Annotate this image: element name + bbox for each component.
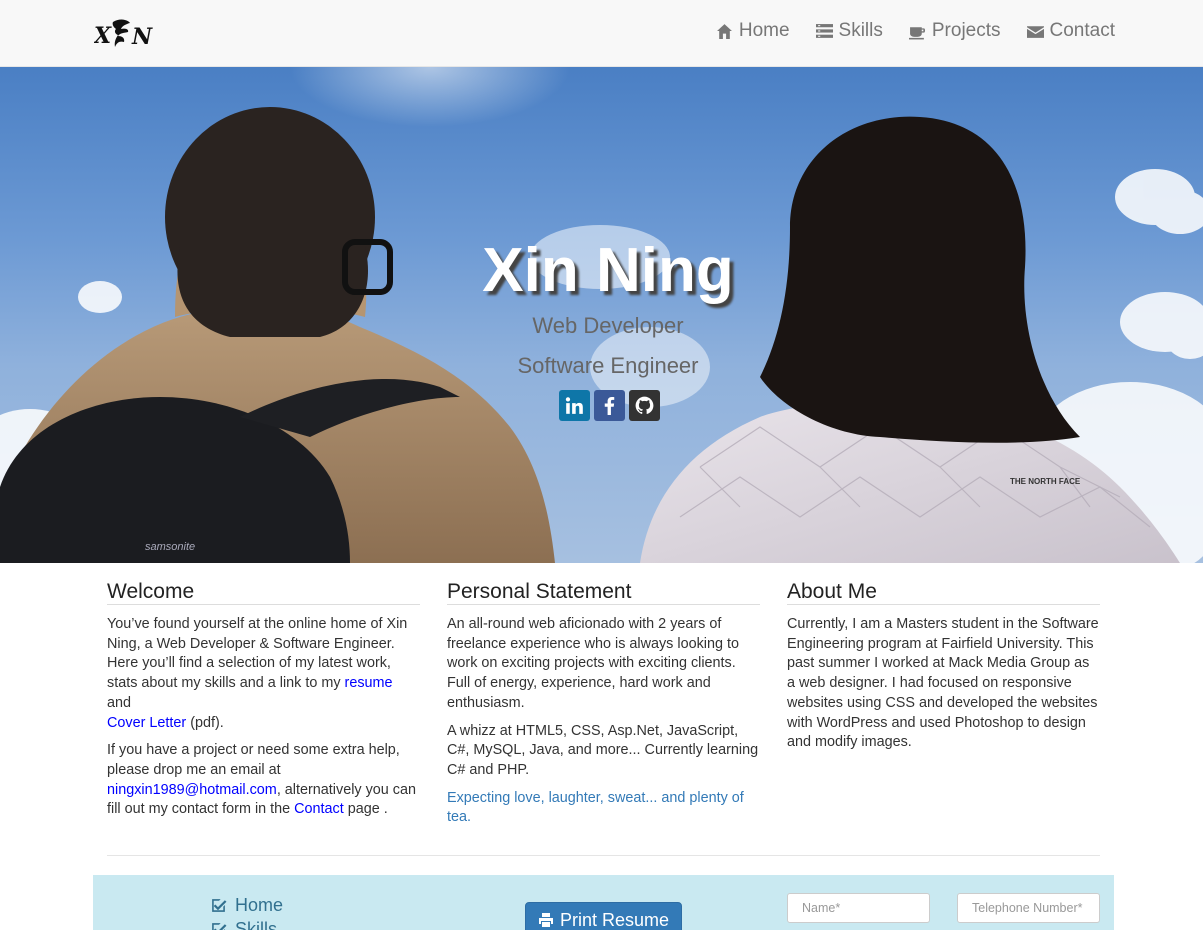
navbar: X N Home Skills Projects Contact xyxy=(0,0,1203,67)
main-nav: Home Skills Projects Contact xyxy=(716,20,1115,42)
hero-subtitle-web-developer: Web Developer xyxy=(532,313,684,338)
print-resume-button[interactable]: Print Resume xyxy=(525,902,682,930)
site-logo[interactable]: X N xyxy=(94,14,158,54)
welcome-p2-end: page . xyxy=(347,801,388,818)
about-me-title: About Me xyxy=(787,580,1100,605)
nav-contact[interactable]: Contact xyxy=(1026,20,1115,42)
welcome-section: Welcome You’ve found yourself at the onl… xyxy=(107,580,420,828)
welcome-paragraph-1: You’ve found yourself at the online home… xyxy=(107,615,420,733)
print-resume-label: Print Resume xyxy=(559,909,670,930)
nav-home-label: Home xyxy=(738,20,790,41)
welcome-p1-and: and xyxy=(107,694,132,711)
bag-brand-text: samsonite xyxy=(145,541,195,553)
welcome-p2-text: If you have a project or need some extra… xyxy=(107,742,400,778)
nav-home[interactable]: Home xyxy=(716,20,790,42)
personal-statement-title: Personal Statement xyxy=(447,580,760,605)
statement-paragraph-2: A whizz at HTML5, CSS, Asp.Net, JavaScri… xyxy=(447,722,759,778)
footer-link-skills[interactable]: Skills xyxy=(210,919,277,930)
about-me-section: About Me Currently, I am a Masters stude… xyxy=(787,580,1100,761)
linkedin-icon xyxy=(565,397,583,414)
nav-projects[interactable]: Projects xyxy=(908,20,1001,42)
facebook-button[interactable] xyxy=(594,390,625,421)
welcome-p1-end: (pdf). xyxy=(190,714,224,731)
svg-text:N: N xyxy=(131,24,153,50)
svg-text:X: X xyxy=(94,23,112,49)
hero-subtitle-software-engineer: Software Engineer xyxy=(517,353,699,378)
jacket-brand-text: THE NORTH FACE xyxy=(1010,477,1081,486)
welcome-title: Welcome xyxy=(107,580,420,605)
print-icon xyxy=(538,913,553,927)
welcome-paragraph-2: If you have a project or need some extra… xyxy=(107,741,420,820)
footer-link-home-label: Home xyxy=(235,895,284,915)
footer-link-home[interactable]: Home xyxy=(210,895,283,916)
resume-link[interactable]: resume xyxy=(345,675,393,691)
telephone-input[interactable] xyxy=(957,893,1100,923)
statement-quote: Expecting love, laughter, sweat... and p… xyxy=(447,789,744,826)
check-square-icon xyxy=(212,899,227,912)
contact-link[interactable]: Contact xyxy=(294,801,344,817)
home-icon xyxy=(716,23,732,39)
statement-paragraph-1: An all-round web aficionado with 2 years… xyxy=(447,616,739,711)
list-icon xyxy=(815,23,833,38)
hero-banner: samsonite THE NORTH FACE Xin Ning Web De… xyxy=(0,67,1203,563)
coffee-icon xyxy=(908,26,925,39)
section-divider xyxy=(107,855,1100,856)
check-square-icon xyxy=(212,923,227,930)
personal-statement-section: Personal Statement An all-round web afic… xyxy=(447,580,760,836)
nav-skills[interactable]: Skills xyxy=(815,20,883,42)
nav-projects-label: Projects xyxy=(931,20,1001,41)
github-button[interactable] xyxy=(629,390,660,421)
envelope-icon xyxy=(1026,25,1044,38)
cover-letter-link[interactable]: Cover Letter xyxy=(107,715,186,731)
footer-panel: Home Skills Print Resume xyxy=(93,875,1114,930)
facebook-icon xyxy=(604,396,615,415)
linkedin-button[interactable] xyxy=(559,390,590,421)
github-icon xyxy=(635,396,654,414)
nav-skills-label: Skills xyxy=(838,20,883,41)
footer-link-skills-label: Skills xyxy=(235,919,278,930)
email-link[interactable]: ningxin1989@hotmail.com xyxy=(107,782,277,798)
about-paragraph: Currently, I am a Masters student in the… xyxy=(787,616,1099,751)
hero-name: Xin Ning xyxy=(482,236,734,305)
social-links xyxy=(559,390,660,421)
name-input[interactable] xyxy=(787,893,930,923)
nav-contact-label: Contact xyxy=(1049,20,1115,41)
